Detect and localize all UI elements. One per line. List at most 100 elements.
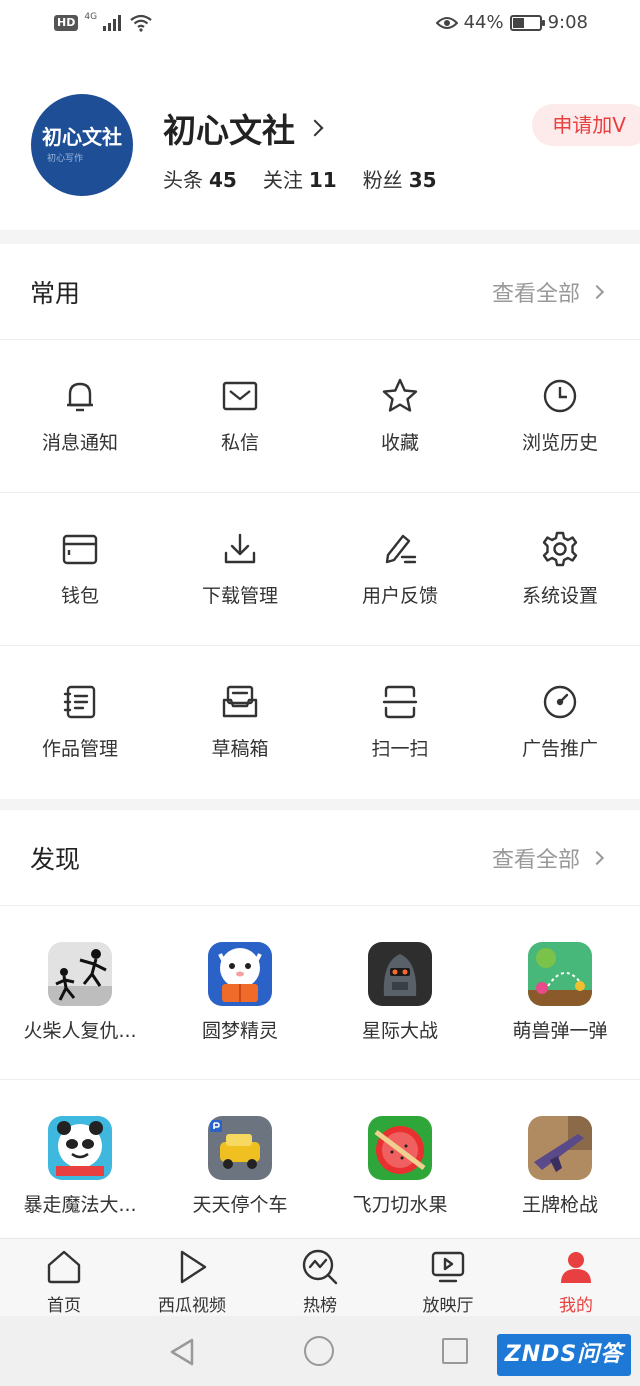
tab-screening-hall[interactable]: 放映厅 (384, 1239, 512, 1316)
common-item-feedback[interactable]: 用户反馈 (320, 493, 480, 645)
home-button-icon[interactable] (304, 1336, 334, 1366)
stat-following[interactable]: 关注 11 (263, 164, 337, 193)
item-label: 私信 (220, 432, 259, 454)
common-header: 常用 查看全部 (0, 244, 640, 340)
wallet-icon (60, 529, 100, 569)
games-row: 火柴人复仇... 圆梦精灵 星际大战 萌兽弹一弹 (0, 906, 640, 1080)
item-label: 下载管理 (201, 585, 278, 607)
game-item[interactable]: 星际大战 (320, 906, 480, 1079)
avatar-subtext: 初心写作 (47, 154, 84, 164)
stat-label: 头条 (163, 168, 203, 192)
game-label: 圆梦精灵 (201, 1020, 278, 1042)
item-label: 用户反馈 (361, 585, 438, 607)
tab-label: 西瓜视频 (158, 1296, 226, 1316)
stat-followers[interactable]: 粉丝 35 (363, 164, 437, 193)
see-all-label: 查看全部 (491, 847, 580, 873)
common-item-drafts[interactable]: 草稿箱 (160, 646, 320, 799)
game-item[interactable]: 王牌枪战 (480, 1080, 640, 1238)
section-title: 发现 (30, 844, 81, 874)
chevron-right-icon (306, 119, 324, 137)
item-label: 系统设置 (521, 585, 598, 607)
stat-value: 35 (408, 168, 437, 192)
draft-box-icon (220, 682, 260, 722)
item-label: 收藏 (380, 432, 419, 454)
battery-icon (509, 14, 545, 31)
play-icon (172, 1247, 212, 1287)
apply-v-button[interactable]: 申请加V (532, 104, 640, 146)
game-item[interactable]: 萌兽弹一弹 (480, 906, 640, 1079)
trending-icon (300, 1247, 340, 1287)
see-all-common-link[interactable]: 查看全部 (492, 276, 605, 308)
parking-car-icon (208, 1116, 272, 1180)
recent-apps-icon[interactable] (442, 1338, 468, 1364)
common-item-works[interactable]: 作品管理 (0, 646, 160, 799)
battery-level (512, 17, 524, 28)
tab-label: 首页 (47, 1296, 81, 1316)
pen-icon (380, 529, 420, 569)
rifle-icon (528, 1116, 592, 1180)
item-label: 草稿箱 (211, 738, 269, 760)
game-item[interactable]: 火柴人复仇... (0, 906, 160, 1079)
notebook-icon (60, 682, 100, 722)
common-row: 消息通知 私信 收藏 浏览历史 (0, 340, 640, 493)
avatar-text: 初心文社 (42, 125, 122, 149)
item-label: 作品管理 (41, 738, 118, 760)
common-item-downloads[interactable]: 下载管理 (160, 493, 320, 645)
stat-headlines[interactable]: 头条 45 (163, 164, 237, 193)
tab-hot-list[interactable]: 热榜 (256, 1239, 384, 1316)
item-label: 广告推广 (521, 738, 598, 760)
game-label: 王牌枪战 (521, 1194, 598, 1216)
eye-comfort-icon (435, 16, 458, 29)
profile-name-link[interactable]: 初心文社 (163, 104, 324, 152)
tab-mine[interactable]: 我的 (512, 1239, 640, 1316)
wifi-icon (130, 14, 152, 32)
game-item[interactable]: 暴走魔法大... (0, 1080, 160, 1238)
tab-xigua-video[interactable]: 西瓜视频 (128, 1239, 256, 1316)
item-label: 钱包 (60, 585, 99, 607)
profile-name: 初心文社 (163, 111, 295, 150)
stickman-game-icon (48, 942, 112, 1006)
item-label: 消息通知 (41, 432, 118, 454)
common-item-wallet[interactable]: 钱包 (0, 493, 160, 645)
scan-icon (380, 682, 420, 722)
see-all-discover-link[interactable]: 查看全部 (491, 842, 605, 874)
tab-home[interactable]: 首页 (0, 1239, 128, 1316)
game-item[interactable]: 圆梦精灵 (160, 906, 320, 1079)
common-item-notifications[interactable]: 消息通知 (0, 340, 160, 492)
gauge-icon (540, 682, 580, 722)
common-item-history[interactable]: 浏览历史 (480, 340, 640, 492)
tab-label: 我的 (559, 1296, 593, 1316)
mail-icon (220, 376, 260, 416)
avatar[interactable]: 初心文社 初心写作 (31, 94, 133, 196)
chevron-right-icon (589, 284, 605, 299)
common-item-ads[interactable]: 广告推广 (480, 646, 640, 799)
game-item[interactable]: 飞刀切水果 (320, 1080, 480, 1238)
back-icon[interactable] (168, 1337, 196, 1367)
status-bar: HD 4G 44% 9:08 (0, 0, 640, 52)
game-label: 萌兽弹一弹 (512, 1020, 608, 1042)
signal-icon (103, 15, 122, 31)
stat-label: 关注 (262, 168, 303, 192)
item-label: 浏览历史 (521, 432, 598, 454)
item-label: 扫一扫 (371, 738, 429, 760)
stat-value: 45 (209, 168, 237, 192)
hd-badge: HD (54, 15, 79, 31)
status-left: HD 4G (54, 12, 153, 32)
sheep-reading-icon (208, 942, 272, 1006)
discover-section: 发现 查看全部 火柴人复仇... 圆梦精灵 星际大战 萌兽弹一弹 暴走魔法大..… (0, 810, 640, 1238)
profile-stats: 头条 45 关注 11 粉丝 35 (163, 164, 437, 193)
gear-icon (540, 529, 580, 569)
tab-label: 放映厅 (422, 1296, 474, 1316)
panda-face-icon (48, 1116, 112, 1180)
game-label: 天天停个车 (192, 1194, 288, 1216)
game-item[interactable]: 天天停个车 (160, 1080, 320, 1238)
common-item-favorites[interactable]: 收藏 (320, 340, 480, 492)
bell-icon (60, 376, 100, 416)
network-type: 4G (84, 12, 98, 22)
game-label: 火柴人复仇... (23, 1020, 137, 1042)
discover-header: 发现 查看全部 (0, 810, 640, 906)
common-item-scan[interactable]: 扫一扫 (320, 646, 480, 799)
common-item-settings[interactable]: 系统设置 (480, 493, 640, 645)
game-label: 飞刀切水果 (352, 1194, 448, 1216)
common-item-messages[interactable]: 私信 (160, 340, 320, 492)
